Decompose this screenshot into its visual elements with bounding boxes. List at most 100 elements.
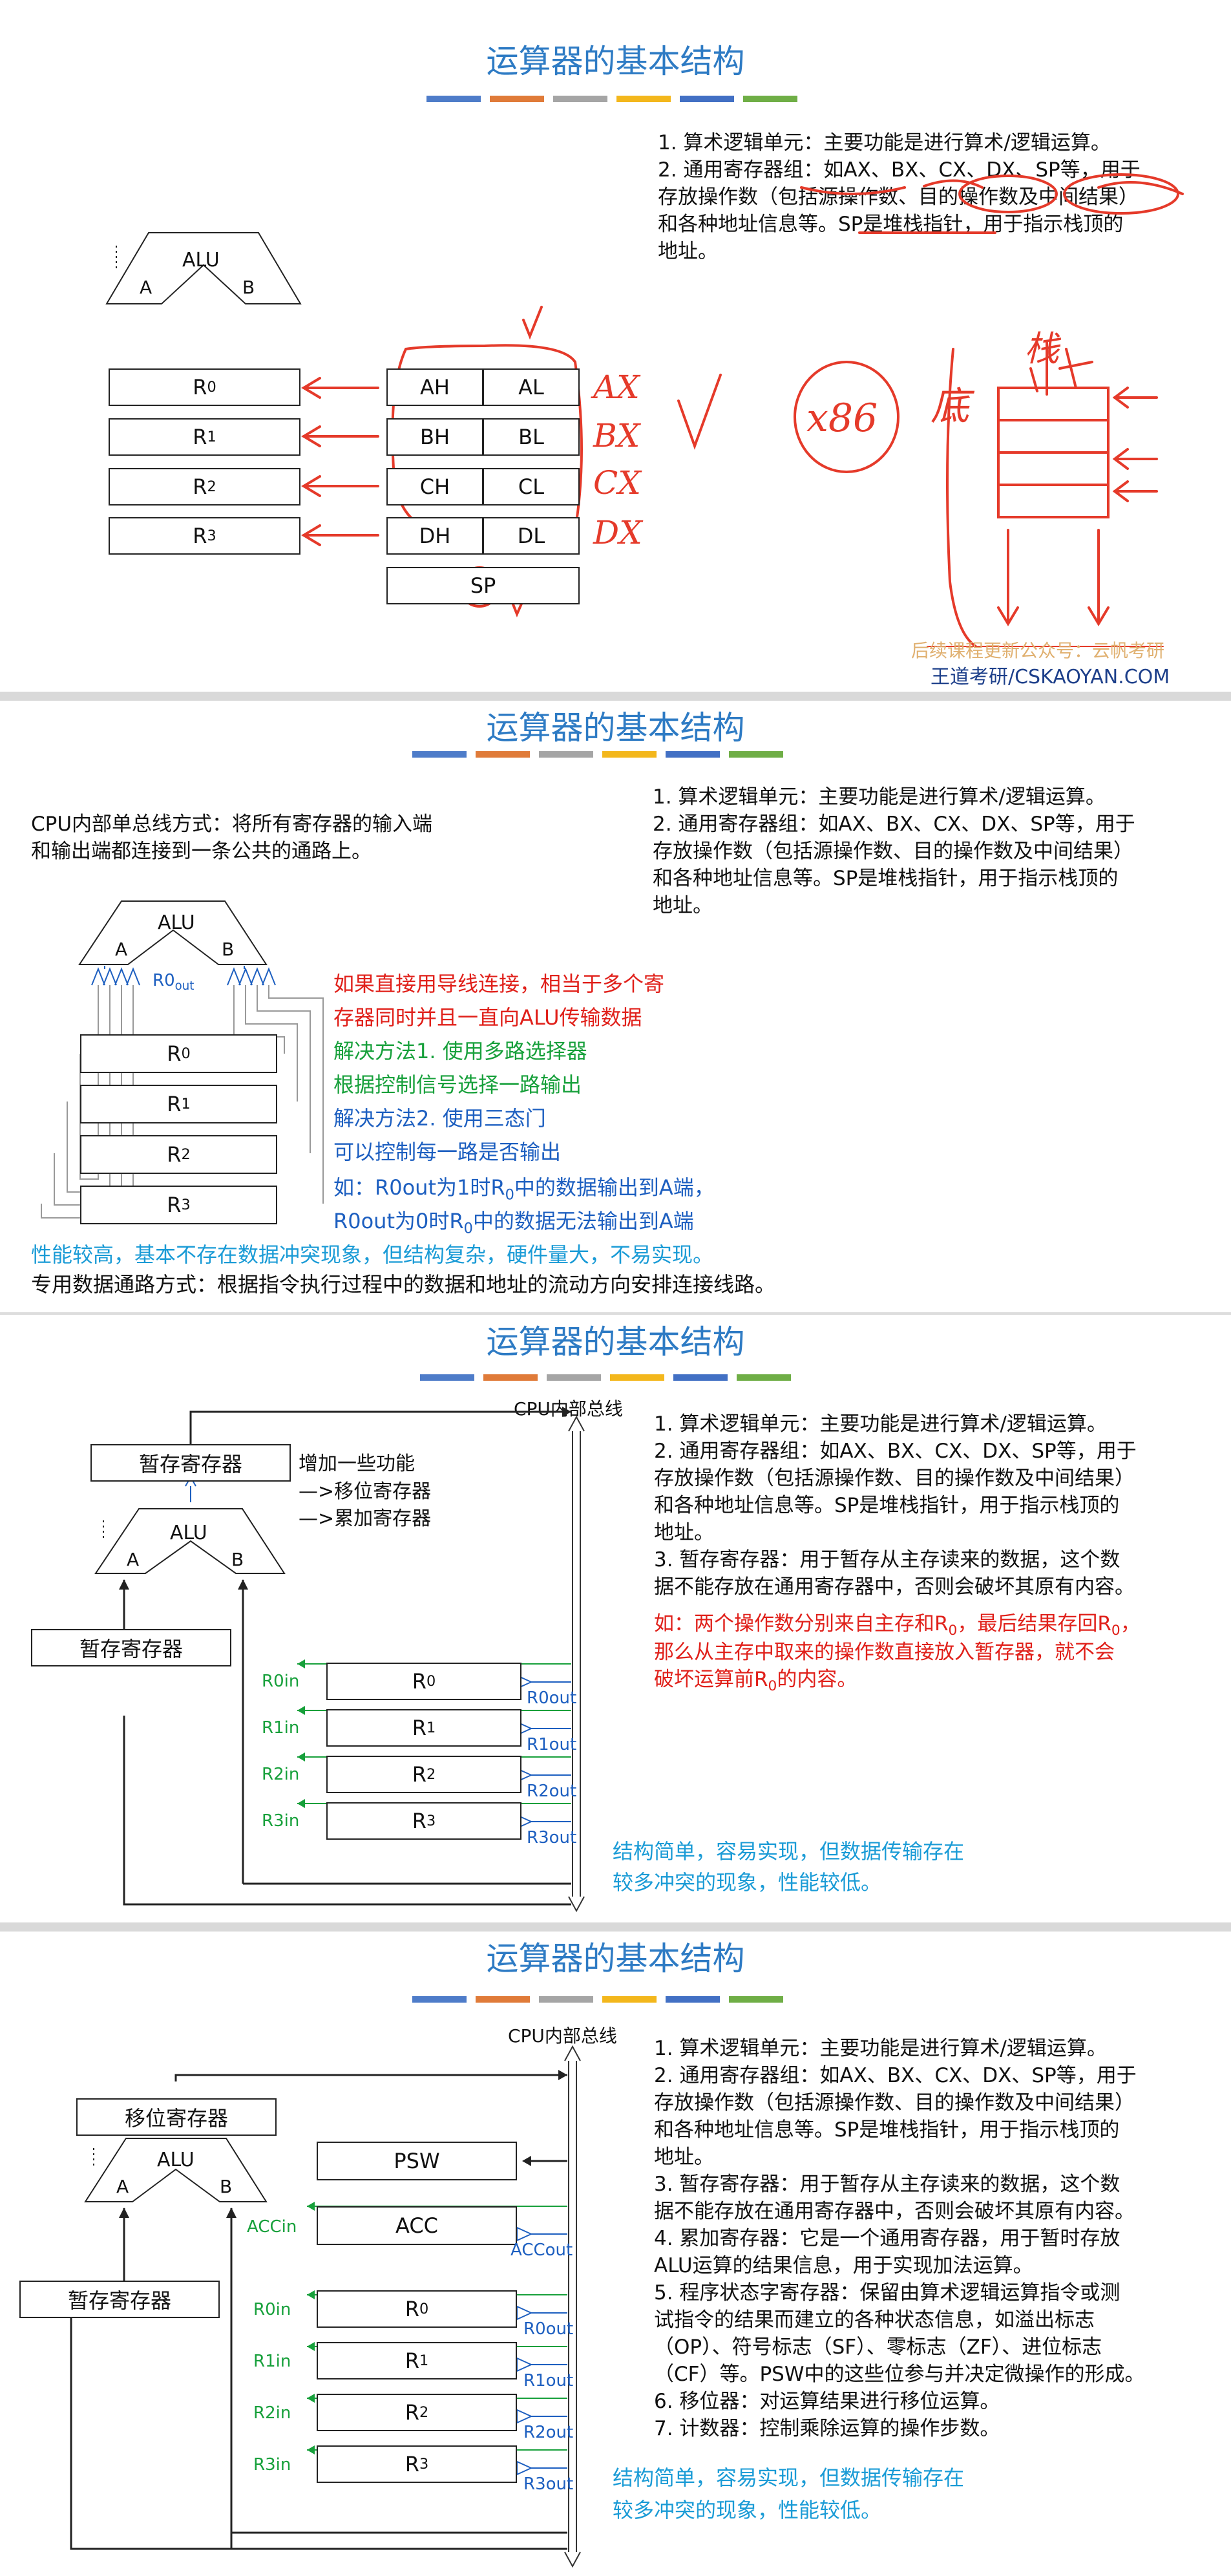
register-r3: R3: [317, 2445, 517, 2483]
reg-label: R: [167, 1092, 182, 1116]
reg-label: R: [405, 2348, 419, 2373]
alu-label: ALU: [170, 1522, 207, 1544]
note-example-line1: 如：两个操作数分别来自主存和R0，最后结果存回R0，: [654, 1607, 1141, 1639]
extra-shift: —>移位寄存器: [299, 1480, 432, 1503]
register-r1: R1: [326, 1709, 521, 1747]
acc-register: ACC: [317, 2206, 517, 2245]
r2out-label: R2out: [523, 2423, 574, 2442]
reg-sub: 0: [181, 1045, 191, 1062]
alu-label: ALU: [157, 2149, 195, 2171]
register-dh: DH: [386, 517, 483, 555]
register-sp: SP: [386, 567, 580, 604]
register-ch: CH: [386, 468, 483, 506]
red-c: ，: [1120, 1612, 1141, 1635]
note-example-1: 如：R0out为1时R0中的数据输出到A端，: [333, 1171, 715, 1203]
r0in-label: R0in: [253, 2300, 291, 2319]
annotation-bx: BX: [593, 417, 640, 454]
port-a-label: A: [140, 277, 153, 298]
reg-label: R: [412, 1762, 426, 1787]
eg1-sub: 0: [505, 1186, 514, 1204]
eg2-text-a: R0out为0时R: [333, 1209, 464, 1233]
register-r0: R0: [317, 2290, 517, 2328]
reg-sub: 3: [419, 2456, 429, 2473]
r1out-label: R1out: [527, 1735, 577, 1754]
alu-label: ALU: [158, 911, 195, 934]
desc-shifter: 6. 移位器：对运算结果进行移位运算。: [654, 2390, 1000, 2413]
reg-label: R: [167, 1041, 182, 1066]
register-dl: DL: [483, 517, 580, 555]
watermark-site: 王道考研/CSKAOYAN.COM: [931, 666, 1170, 688]
reg-sub: 0: [419, 2301, 429, 2317]
register-r0: R0: [80, 1034, 277, 1073]
r3in-label: R3in: [262, 1811, 300, 1831]
desc-psw: 5. 程序状态字寄存器：保留由算术逻辑运算指令或测 试指令的结果而建立的各种状态…: [654, 2281, 1145, 2386]
extra-acc: —>累加寄存器: [299, 1507, 432, 1530]
register-r3: R3: [326, 1802, 521, 1840]
annotation-ding: 栈: [1024, 328, 1059, 369]
slide-2: 运算器的基本结构 CPU内部单总线方式：将所有寄存器的输入端 和输出端都连接到一…: [0, 701, 1231, 1312]
desc-registers: 2. 通用寄存器组：如AX、BX、CX、DX、SP等，用于 存放操作数（包括源操…: [654, 1440, 1137, 1544]
r2out-label: R2out: [527, 1782, 577, 1801]
r2in-label: R2in: [262, 1765, 300, 1784]
reg-sub: 3: [426, 1813, 436, 1829]
note-example-2: R0out为0时R0中的数据无法输出到A端: [333, 1205, 694, 1237]
reg-sub: 2: [419, 2404, 429, 2421]
reg-label: R: [167, 1142, 182, 1167]
r1out-label: R1out: [523, 2371, 574, 2390]
register-r3: R3: [80, 1186, 277, 1224]
reg-sub: 0: [207, 379, 216, 396]
red-line3-a: 破坏运算前R: [654, 1668, 768, 1691]
slide-3: 运算器的基本结构 CPU内部总线 暂存寄存器 增加一些功能 —>移位寄存器 —>…: [0, 1315, 1231, 1922]
register-ah: AH: [386, 368, 483, 406]
reg-sub: 1: [419, 2352, 429, 2369]
r0out-label: R0out: [523, 2319, 574, 2339]
acc-in-label: ACCin: [247, 2217, 297, 2237]
reg-label: R: [405, 2400, 419, 2425]
r1in-label: R1in: [253, 2352, 291, 2371]
red-line3-sub: 0: [768, 1678, 777, 1695]
port-a-label: A: [115, 939, 128, 960]
reg-sub: 3: [207, 527, 216, 544]
note-example-line3: 破坏运算前R0的内容。: [654, 1663, 857, 1694]
note-solution-mux: 解决方法1. 使用多路选择器 根据控制信号选择一路输出: [333, 1039, 587, 1097]
r3out-label: R3out: [527, 1828, 577, 1847]
slide-separator: [0, 692, 1231, 701]
reg-label: R: [193, 524, 207, 548]
annotation-di: 底: [931, 384, 969, 429]
reg-sub: 0: [426, 1673, 436, 1690]
eg1-text-a: 如：R0out为1时R: [333, 1175, 505, 1200]
register-bl: BL: [483, 418, 580, 456]
temp-register-top: 暂存寄存器: [90, 1444, 291, 1482]
reg-label: R: [167, 1193, 182, 1217]
desc-alu: 1. 算术逻辑单元：主要功能是进行算术/逻辑运算。: [654, 2037, 1107, 2060]
register-r2: R2: [109, 468, 300, 506]
register-r2: R2: [326, 1756, 521, 1793]
slide-4: 运算器的基本结构 CPU内部总线 移位寄存器 ALU A B 暂存寄存器 PSW…: [0, 1932, 1231, 2576]
r0in-label: R0in: [262, 1672, 300, 1691]
temp-register: 暂存寄存器: [19, 2281, 220, 2318]
note-performance: 性能较高，基本不存在数据冲突现象，但结构复杂，硬件量大，不易实现。: [31, 1242, 714, 1267]
register-bh: BH: [386, 418, 483, 456]
reg-sub: 2: [207, 478, 216, 495]
reg-sub: 3: [181, 1197, 191, 1213]
register-r1: R1: [109, 418, 300, 456]
red-line3-b: 的内容。: [777, 1668, 857, 1691]
reg-sub: 2: [426, 1766, 436, 1783]
summary-note: 结构简单，容易实现，但数据传输存在 较多冲突的现象，性能较低。: [613, 1839, 965, 1895]
desc-acc: 4. 累加寄存器：它是一个通用寄存器，用于暂时存放 ALU运算的结果信息，用于实…: [654, 2227, 1121, 2277]
r3out-label: R3out: [523, 2475, 574, 2494]
register-cl: CL: [483, 468, 580, 506]
reg-label: R: [193, 425, 207, 449]
port-a-label: A: [116, 2176, 129, 2197]
red-b: ，最后结果存回R: [957, 1612, 1111, 1635]
watermark-top: 后续课程更新公众号：云帆考研: [911, 640, 1165, 661]
psw-register: PSW: [317, 2142, 517, 2180]
note-solution-tristate: 解决方法2. 使用三态门 可以控制每一路是否输出: [333, 1106, 562, 1164]
desc-registers: 2. 通用寄存器组：如AX、BX、CX、DX、SP等，用于 存放操作数（包括源操…: [654, 2064, 1137, 2169]
slide-1: 运算器的基本结构 1. 算术逻辑单元：主要功能是进行算术/逻辑运算。 2. 通用…: [0, 0, 1231, 692]
annotation-ax: AX: [593, 368, 640, 406]
register-r2: R2: [317, 2394, 517, 2431]
eg2-sub: 0: [463, 1220, 473, 1237]
slide-separator: [0, 1922, 1231, 1932]
extra-functions-title: 增加一些功能: [299, 1453, 415, 1475]
